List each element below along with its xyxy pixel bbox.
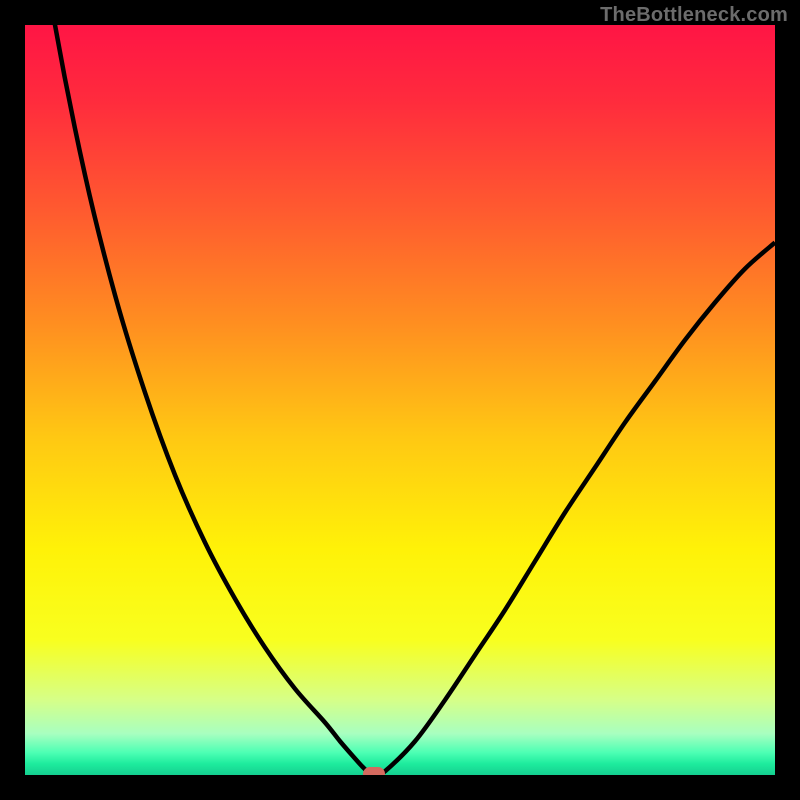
chart-frame: TheBottleneck.com	[0, 0, 800, 800]
plot-area	[25, 25, 775, 775]
optimum-marker	[363, 767, 385, 776]
bottleneck-curve	[25, 25, 775, 775]
watermark-text: TheBottleneck.com	[600, 4, 788, 27]
